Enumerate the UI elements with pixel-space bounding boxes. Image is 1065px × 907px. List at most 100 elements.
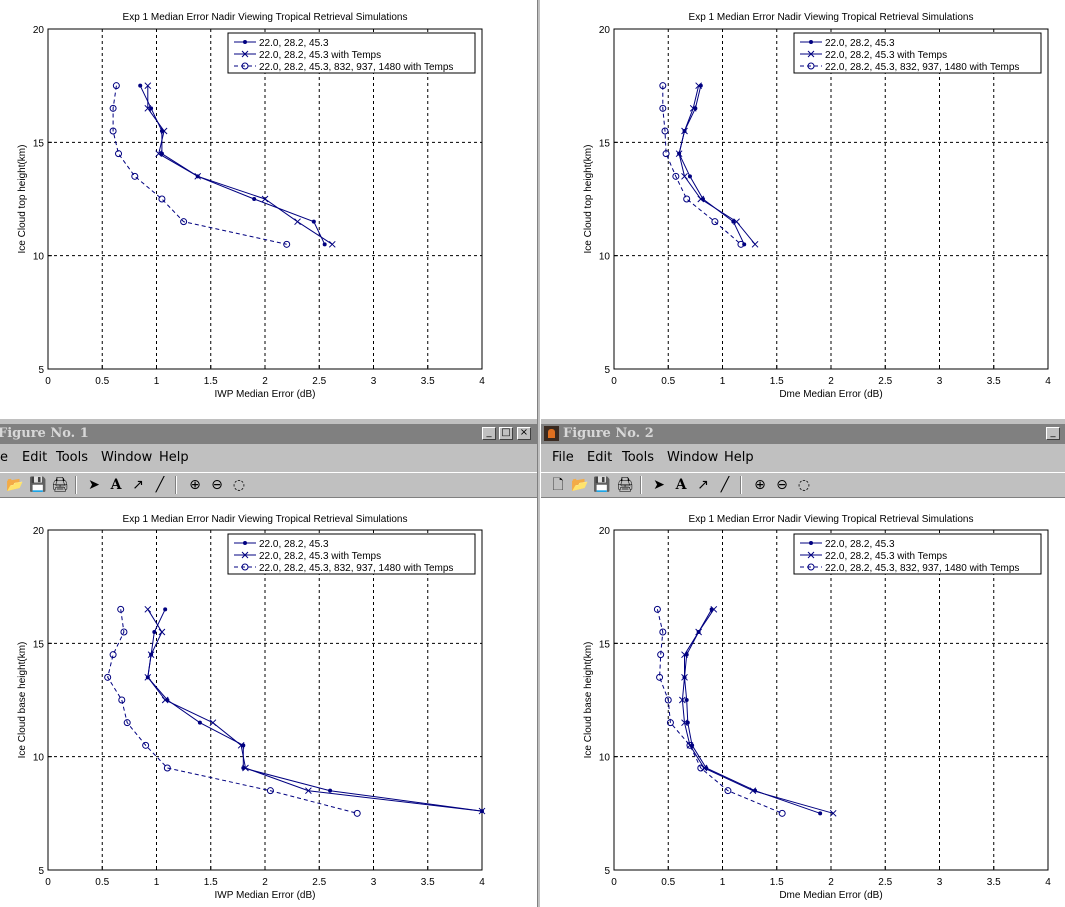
menu-edit[interactable]: Edit [22,450,47,465]
grid [614,29,1048,369]
figure2-titlebar[interactable]: Figure No. 2 _ [541,424,1065,444]
rotate-icon[interactable]: ◌ [230,476,248,494]
chart-panel-bottom-left: 0 0.5 1 1.5 2 2.5 3 3.5 4 5 10 15 20 Exp 1 Median Err… [0,498,537,907]
x-tick-label: 2.5 [312,376,326,387]
x-tick-label: 2 [828,376,834,387]
x-axis-label: IWP Median Error (dB) [215,890,316,901]
data-point [681,172,688,180]
data-point [158,195,166,203]
menu-help[interactable]: Help [159,450,189,465]
print-icon[interactable]: 🖨 [616,476,634,494]
x-tick-label: 3.5 [987,877,1001,888]
data-point [328,240,336,248]
legend-label: 22.0, 28.2, 45.3, 832, 937, 1480 with Te… [825,563,1019,574]
grid [48,530,482,870]
open-icon[interactable]: 📂 [6,476,24,494]
x-tick-label: 0 [45,877,51,888]
series-2 [653,605,786,817]
x-tick-label: 3.5 [421,877,435,888]
x-tick-label: 0 [611,376,617,387]
data-point [144,605,152,613]
close-icon[interactable]: × [517,427,531,440]
toolbar-separator [75,476,77,494]
x-tick-label: 1.5 [204,376,218,387]
chart-title: Exp 1 Median Error Nadir Viewing Tropica… [123,514,408,525]
legend: 22.0, 28.2, 45.322.0, 28.2, 45.3 with Te… [793,533,1042,575]
figure2-title: Figure No. 2 [563,426,654,441]
arrow-line-icon[interactable]: ↗ [694,476,712,494]
menu-window[interactable]: Window [101,450,152,465]
x-tick-label: 0.5 [661,376,675,387]
legend-label: 22.0, 28.2, 45.3, 832, 937, 1480 with Te… [825,62,1019,73]
x-tick-label: 2.5 [878,877,892,888]
zoom-in-icon[interactable]: ⊕ [186,476,204,494]
legend-label: 22.0, 28.2, 45.3 with Temps [259,551,381,562]
menu-file[interactable]: e [0,450,8,465]
chart-panel-bottom-right: 0 0.5 1 1.5 2 2.5 3 3.5 4 5 10 15 20 Exp 1 Median Err… [541,498,1065,907]
x-tick-label: 2.5 [312,877,326,888]
x-tick-label: 1.5 [770,877,784,888]
arrow-line-icon[interactable]: ↗ [129,476,147,494]
x-axis-label: IWP Median Error (dB) [215,389,316,400]
data-point [243,541,247,545]
series-1 [675,82,759,248]
y-tick-label: 20 [33,25,45,36]
legend-label: 22.0, 28.2, 45.3 [825,539,895,550]
zoom-out-icon[interactable]: ⊖ [208,476,226,494]
series-2 [104,605,361,817]
legend: 22.0, 28.2, 45.322.0, 28.2, 45.3 with Te… [227,32,476,74]
toolbar-separator [740,476,742,494]
series-line [147,609,483,812]
menu-tools[interactable]: Tools [56,450,88,465]
print-icon[interactable]: 🖨 [51,476,69,494]
data-point [322,242,327,247]
save-icon[interactable]: 💾 [29,476,47,494]
text-icon[interactable]: A [672,476,690,494]
line-icon[interactable]: ╱ [151,476,169,494]
new-file-icon[interactable]: 🗋 [549,476,567,494]
text-icon[interactable]: A [107,476,125,494]
data-point [163,607,168,612]
open-icon[interactable]: 📂 [571,476,589,494]
minimize-icon[interactable]: _ [1046,427,1060,440]
maximize-icon[interactable]: □ [499,427,513,440]
y-tick-label: 5 [38,365,44,376]
figure2-menubar: File Edit Tools Window Help [541,446,1065,470]
y-axis-label: Ice Cloud base height(km) [583,642,594,759]
data-point [115,150,123,158]
x-axis-label: Dme Median Error (dB) [779,389,882,400]
series-2 [109,82,291,248]
x-tick-label: 1.5 [204,877,218,888]
data-point [152,630,157,634]
y-tick-label: 15 [33,639,45,650]
data-point [158,628,166,636]
rotate-icon[interactable]: ◌ [795,476,813,494]
menu-tools[interactable]: Tools [622,450,654,465]
figure1-titlebar[interactable]: Figure No. 1 _ □ × [0,424,537,444]
series-line [107,609,358,814]
y-tick-label: 20 [599,25,611,36]
menu-file[interactable]: File [552,450,574,465]
legend-label: 22.0, 28.2, 45.3 [825,38,895,49]
zoom-out-icon[interactable]: ⊖ [773,476,791,494]
minimize-icon[interactable]: _ [482,427,496,440]
x-tick-label: 1 [720,376,726,387]
save-icon[interactable]: 💾 [593,476,611,494]
data-point [243,40,247,44]
arrow-icon[interactable]: ➤ [650,476,668,494]
y-axis-label: Ice Cloud top height(km) [17,145,28,254]
line-icon[interactable]: ╱ [716,476,734,494]
menu-help[interactable]: Help [724,450,754,465]
data-point [294,218,301,226]
x-tick-label: 3 [371,877,377,888]
y-tick-label: 20 [33,526,45,537]
legend-label: 22.0, 28.2, 45.3 [259,539,329,550]
menu-window[interactable]: Window [667,450,718,465]
menu-edit[interactable]: Edit [587,450,612,465]
arrow-icon[interactable]: ➤ [85,476,103,494]
zoom-in-icon[interactable]: ⊕ [751,476,769,494]
data-point [252,197,257,201]
series-2 [659,82,745,248]
data-point [684,698,689,702]
y-tick-label: 5 [38,866,44,877]
